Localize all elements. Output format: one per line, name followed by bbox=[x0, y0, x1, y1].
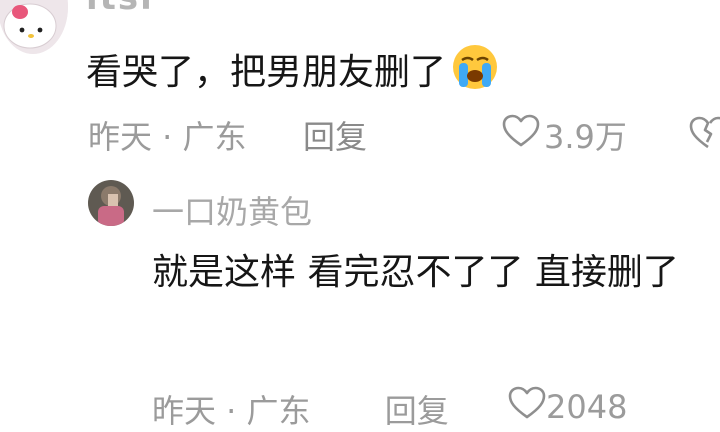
avatar[interactable] bbox=[0, 0, 68, 54]
like-button[interactable]: 3.9万 bbox=[502, 112, 627, 158]
loudly-crying-face-emoji bbox=[450, 42, 500, 92]
reply-username[interactable]: 一口奶黄包 bbox=[152, 187, 312, 233]
heart-outline-icon bbox=[502, 114, 544, 156]
comment-text: 看哭了，把男朋友删了 bbox=[86, 42, 500, 97]
reply-like-button[interactable]: 2048 bbox=[508, 386, 627, 428]
heart-outline-icon bbox=[508, 386, 546, 428]
reply-meta: 昨天 · 广东 回复 bbox=[152, 386, 449, 432]
reply-timestamp-location: 昨天 · 广东 bbox=[152, 392, 311, 430]
reply-reply-button[interactable]: 回复 bbox=[385, 392, 449, 430]
reply-text: 就是这样 看完忍不了了 直接删了 bbox=[152, 252, 679, 293]
like-count: 3.9万 bbox=[544, 118, 627, 156]
username[interactable]: itsl bbox=[86, 0, 154, 18]
reply-avatar[interactable] bbox=[88, 180, 134, 226]
timestamp-location: 昨天 · 广东 bbox=[88, 118, 247, 156]
reply-button[interactable]: 回复 bbox=[303, 112, 367, 156]
dislike-button[interactable] bbox=[688, 116, 720, 154]
broken-heart-icon bbox=[688, 116, 720, 154]
comment-body: 看哭了，把男朋友删了 bbox=[86, 52, 447, 93]
reply-like-count: 2048 bbox=[546, 388, 628, 426]
